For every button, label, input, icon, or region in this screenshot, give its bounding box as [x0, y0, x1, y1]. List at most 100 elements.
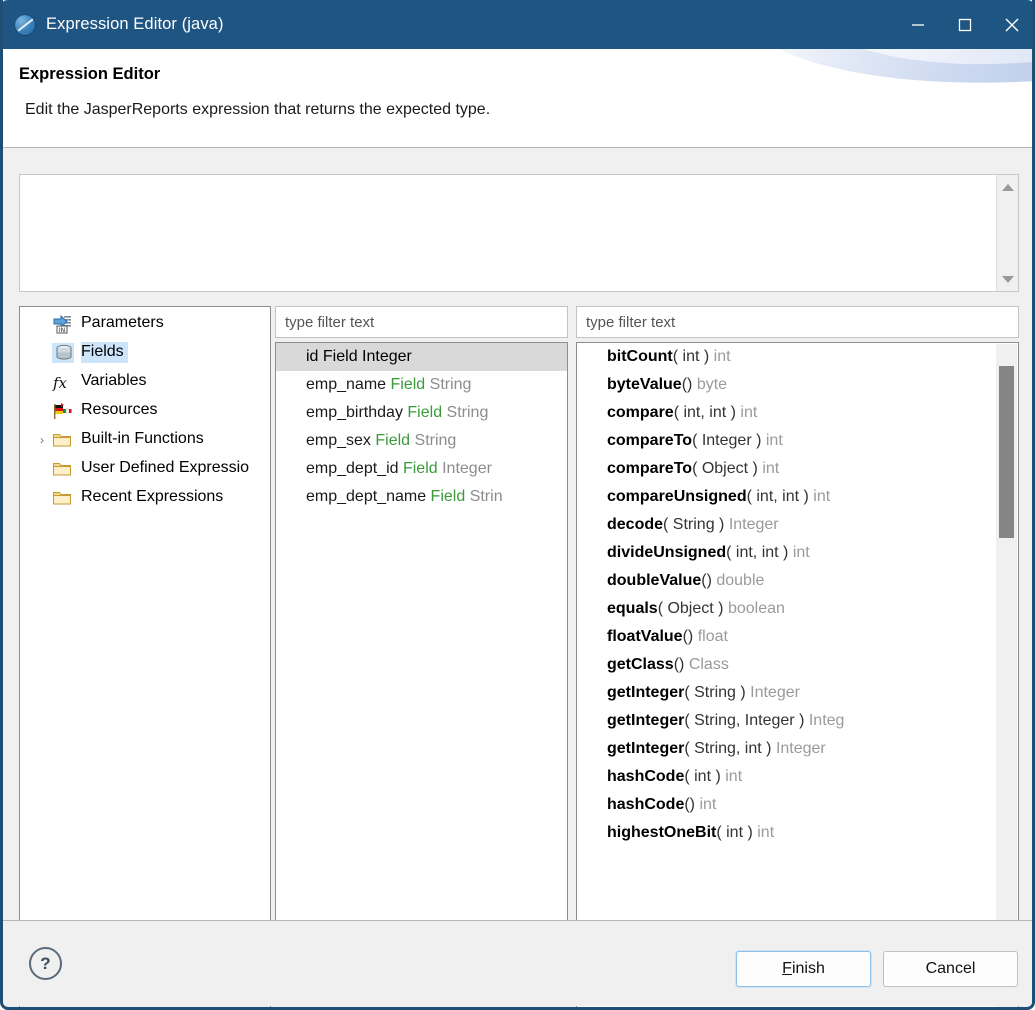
close-icon[interactable]	[988, 0, 1035, 49]
method-return-type: int	[813, 488, 830, 505]
dialog-header: Expression Editor Edit the JasperReports…	[3, 49, 1032, 148]
method-args: ()	[683, 628, 694, 645]
method-return-type: int	[766, 432, 783, 449]
list-item[interactable]: highestOneBit( int ) int	[577, 819, 1018, 847]
method-args: ()	[701, 572, 712, 589]
parameters-icon: IN	[52, 314, 72, 334]
list-item[interactable]: getInteger( String, Integer ) Integ	[577, 707, 1018, 735]
sidebar-item-recent-expressions[interactable]: › Recent Expressions	[20, 483, 270, 512]
svg-text:fx: fx	[52, 374, 68, 392]
list-item[interactable]: hashCode( int ) int	[577, 763, 1018, 791]
method-args: ()	[682, 376, 693, 393]
method-name: byteValue	[607, 376, 682, 393]
method-name: getInteger	[607, 712, 684, 729]
sidebar-item-fields[interactable]: › Fields	[20, 338, 270, 367]
list-item[interactable]: id Field Integer	[276, 343, 567, 371]
list-item[interactable]: byteValue() byte	[577, 371, 1018, 399]
method-return-type: Integ	[809, 712, 845, 729]
list-item[interactable]: emp_dept_id Field Integer	[276, 455, 567, 483]
field-name: emp_name	[306, 376, 386, 393]
fields-list[interactable]: id Field Integer emp_name Field String e…	[275, 342, 568, 976]
scrollbar-thumb[interactable]	[999, 366, 1014, 538]
variables-icon: fx	[52, 372, 72, 392]
list-item[interactable]: compare( int, int ) int	[577, 399, 1018, 427]
expression-editor-window: Expression Editor (java) Expression Edit…	[0, 0, 1035, 1010]
field-kind: Field	[431, 488, 466, 505]
list-item[interactable]: emp_birthday Field String	[276, 399, 567, 427]
method-return-type: Class	[689, 656, 729, 673]
list-item[interactable]: compareUnsigned( int, int ) int	[577, 483, 1018, 511]
folder-icon	[52, 430, 72, 450]
maximize-icon[interactable]	[941, 0, 988, 49]
finish-button[interactable]: Finish	[736, 951, 871, 987]
finish-mnemonic: F	[782, 960, 792, 977]
method-args: ( Object )	[658, 600, 724, 617]
method-args: ( int, int )	[747, 488, 809, 505]
expression-text[interactable]	[28, 180, 988, 287]
list-item[interactable]: hashCode() int	[577, 791, 1018, 819]
help-question-icon[interactable]: ?	[29, 947, 62, 980]
sidebar-item-variables[interactable]: › fx Variables	[20, 367, 270, 396]
sidebar-item-label: Variables	[81, 371, 151, 392]
list-item[interactable]: emp_name Field String	[276, 371, 567, 399]
field-kind: Field	[407, 404, 442, 421]
expression-input[interactable]	[19, 174, 1019, 292]
scroll-up-arrow-icon[interactable]	[997, 177, 1019, 197]
method-args: ( String )	[684, 684, 745, 701]
finish-label: inish	[792, 960, 825, 977]
field-kind: Field	[375, 432, 410, 449]
scroll-down-arrow-icon[interactable]	[997, 269, 1019, 289]
cancel-label: Cancel	[926, 960, 976, 978]
list-item[interactable]: divideUnsigned( int, int ) int	[577, 539, 1018, 567]
method-name: doubleValue	[607, 572, 701, 589]
folder-icon	[52, 488, 72, 508]
title-bar[interactable]: Expression Editor (java)	[0, 0, 1035, 49]
field-type: String	[415, 432, 457, 449]
cancel-button[interactable]: Cancel	[883, 951, 1018, 987]
method-name: compareTo	[607, 432, 692, 449]
list-item[interactable]: compareTo( Integer ) int	[577, 427, 1018, 455]
list-item[interactable]: doubleValue() double	[577, 567, 1018, 595]
method-return-type: int	[740, 404, 757, 421]
method-name: highestOneBit	[607, 824, 716, 841]
field-type: Integer	[442, 460, 492, 477]
list-item[interactable]: emp_sex Field String	[276, 427, 567, 455]
method-return-type: int	[699, 796, 716, 813]
method-args: ( int )	[716, 824, 752, 841]
expression-scrollbar[interactable]	[996, 175, 1018, 291]
list-item[interactable]: compareTo( Object ) int	[577, 455, 1018, 483]
sidebar-item-user-defined-expressions[interactable]: › User Defined Expressio	[20, 454, 270, 483]
list-item[interactable]: equals( Object ) boolean	[577, 595, 1018, 623]
method-return-type: int	[757, 824, 774, 841]
field-name: emp_dept_name	[306, 488, 426, 505]
list-item[interactable]: decode( String ) Integer	[577, 511, 1018, 539]
minimize-icon[interactable]	[894, 0, 941, 49]
category-tree[interactable]: › IN Parameters ›	[20, 309, 270, 973]
fields-filter-placeholder: type filter text	[285, 314, 374, 331]
svg-text:IN: IN	[59, 327, 65, 334]
method-name: compare	[607, 404, 674, 421]
field-type: String	[430, 376, 472, 393]
chevron-right-icon[interactable]: ›	[34, 432, 50, 448]
list-item[interactable]: emp_dept_name Field Strin	[276, 483, 567, 511]
methods-list[interactable]: bitCount( int ) int byteValue() byte com…	[576, 342, 1019, 1010]
list-item[interactable]: getInteger( String, int ) Integer	[577, 735, 1018, 763]
methods-filter-input[interactable]: type filter text	[576, 306, 1019, 338]
list-item[interactable]: getInteger( String ) Integer	[577, 679, 1018, 707]
sidebar-item-label: Recent Expressions	[81, 487, 227, 508]
fields-filter-input[interactable]: type filter text	[275, 306, 568, 338]
sidebar-item-parameters[interactable]: › IN Parameters	[20, 309, 270, 338]
sidebar-item-built-in-functions[interactable]: › Built-in Functions	[20, 425, 270, 454]
method-name: getInteger	[607, 740, 684, 757]
method-name: getInteger	[607, 684, 684, 701]
list-item[interactable]: floatValue() float	[577, 623, 1018, 651]
folder-icon	[52, 459, 72, 479]
method-return-type: boolean	[728, 600, 785, 617]
methods-scrollbar[interactable]	[996, 344, 1017, 1008]
method-args: ( String, Integer )	[684, 712, 804, 729]
method-return-type: Integer	[750, 684, 800, 701]
list-item[interactable]: getClass() Class	[577, 651, 1018, 679]
list-item[interactable]: bitCount( int ) int	[577, 343, 1018, 371]
sidebar-item-resources[interactable]: › Resources	[20, 396, 270, 425]
method-name: floatValue	[607, 628, 683, 645]
